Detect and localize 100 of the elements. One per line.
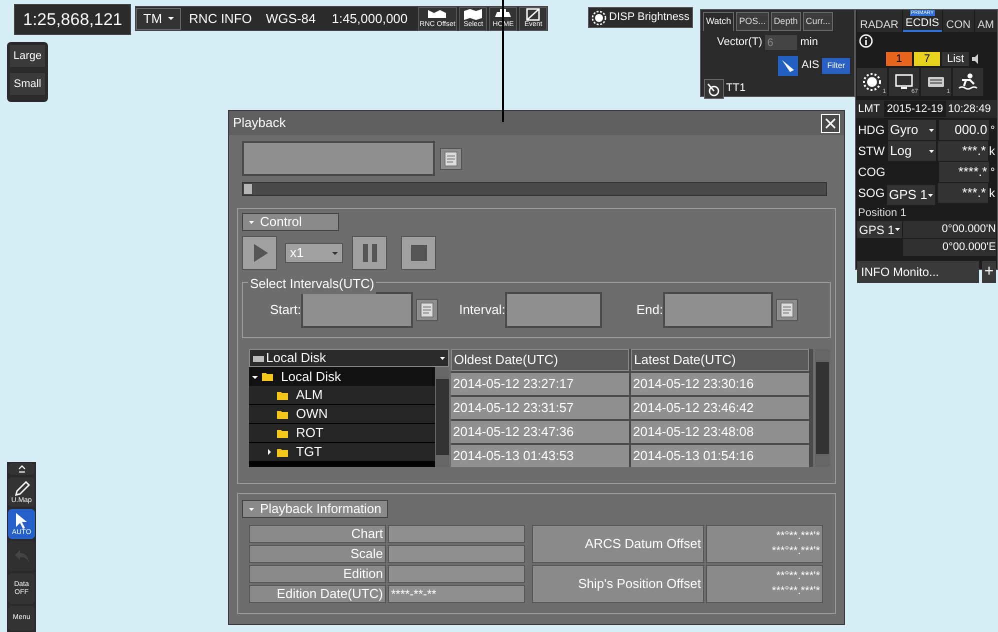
alarm-count[interactable]: 1: [886, 52, 912, 66]
field-label: End:: [636, 301, 664, 320]
play-button[interactable]: [242, 236, 277, 270]
time-zone-label: LMT: [858, 102, 881, 117]
offset-label: Ship's Position Offset: [532, 565, 704, 603]
time-label: 10:28:49: [948, 102, 991, 117]
document-icon: [444, 150, 458, 166]
close-icon: [824, 116, 837, 130]
tt-button[interactable]: [704, 78, 724, 98]
source-dropdown[interactable]: GPS 1: [857, 221, 902, 238]
tool-button[interactable]: [8, 463, 35, 475]
status-button[interactable]: [953, 68, 983, 96]
info-value: ****-**-**: [388, 585, 525, 603]
pause-button[interactable]: [352, 236, 387, 270]
caret-icon: [249, 508, 254, 510]
unit-label: °: [990, 164, 995, 181]
chart-scale-label: 1:45,000,000: [330, 10, 409, 28]
file-field[interactable]: [242, 141, 435, 176]
mode-tab[interactable]: RADAR: [857, 10, 902, 32]
source-dropdown[interactable]: Gyro: [888, 120, 936, 140]
source-dropdown[interactable]: GPS 1: [887, 185, 935, 205]
document-icon: [780, 302, 794, 318]
sensor-label: COG: [858, 164, 886, 181]
panel-tab[interactable]: Watch: [703, 12, 734, 31]
panel-tab[interactable]: POS...: [736, 12, 769, 31]
caret-icon: [440, 356, 445, 360]
size-button[interactable]: Small: [10, 73, 45, 95]
tree-item[interactable]: ALM: [249, 386, 435, 405]
info-label: Scale: [249, 545, 386, 563]
ais-button[interactable]: [778, 56, 798, 76]
unit-label: k: [989, 143, 995, 160]
info-label: Edition: [249, 565, 386, 583]
alarm-count[interactable]: 7: [914, 52, 940, 66]
scrollbar[interactable]: [435, 367, 449, 467]
sensor-label: HDG: [858, 122, 886, 139]
column-header[interactable]: Oldest Date(UTC): [451, 349, 629, 371]
table-cell: 2014-05-12 23:48:08: [631, 421, 809, 443]
info-label: Chart: [249, 525, 386, 543]
table-cell: 2014-05-12 23:46:42: [631, 397, 809, 419]
column-header[interactable]: Latest Date(UTC): [631, 349, 809, 371]
source-dropdown[interactable]: Log: [888, 141, 936, 161]
offset-value: ***°**.***'*: [772, 544, 820, 559]
document-icon: [420, 302, 434, 318]
table-cell: 2014-05-13 01:43:53: [451, 445, 629, 467]
time-field[interactable]: [301, 292, 414, 328]
folder-icon: [277, 390, 288, 400]
sensor-label: STW: [858, 143, 886, 160]
time-field[interactable]: [663, 292, 774, 328]
date-label: 2015-12-19: [884, 100, 946, 118]
stop-button[interactable]: [401, 236, 436, 270]
filter-button[interactable]: Filter: [822, 58, 850, 74]
list-button[interactable]: List: [942, 52, 970, 66]
field-label: Interval:: [459, 301, 506, 320]
sensor-value: 000.0: [939, 120, 990, 140]
caret-icon: [252, 374, 258, 380]
time-field[interactable]: [505, 292, 602, 328]
ais-label: AIS: [801, 58, 820, 74]
panel-tab[interactable]: Depth: [770, 12, 801, 31]
offset-value: **°**.***'*: [776, 569, 820, 584]
drive-dropdown[interactable]: Local Disk: [249, 349, 449, 367]
close-button[interactable]: [821, 114, 840, 132]
mode-tab[interactable]: CON: [943, 10, 974, 32]
map-icon: [462, 8, 484, 21]
caret-icon: [249, 220, 254, 224]
sensor-value: ***.*: [938, 183, 988, 203]
slider-thumb[interactable]: [243, 183, 253, 195]
browse-button[interactable]: [440, 148, 462, 170]
caret-icon: [928, 194, 933, 196]
tree-item[interactable]: ROT: [249, 424, 435, 443]
browse-button[interactable]: [776, 299, 798, 321]
mode-dropdown[interactable]: TM: [136, 8, 182, 30]
slider-track[interactable]: [242, 182, 827, 196]
size-button[interactable]: Large: [10, 45, 45, 67]
sun-icon: [862, 72, 882, 92]
add-button[interactable]: +: [982, 261, 996, 283]
mode-tab[interactable]: AM: [974, 10, 998, 32]
unit-label: k: [989, 185, 995, 202]
drive-icon: [253, 353, 264, 363]
sensor-label: SOG: [858, 185, 886, 202]
info-monitor-button[interactable]: INFO Monito...: [857, 261, 979, 283]
tree-item[interactable]: TGT: [249, 443, 435, 462]
tree-item[interactable]: Local Disk: [249, 367, 435, 386]
info-icon[interactable]: [859, 34, 873, 48]
scrollbar[interactable]: [815, 349, 830, 467]
dialog-title: Playback: [233, 114, 286, 132]
folder-icon: [277, 408, 288, 420]
panel-tab[interactable]: Curr...: [802, 12, 834, 31]
chart-info-label: RNC INFO: [188, 10, 253, 28]
datum-label: WGS-84: [264, 10, 317, 28]
stop-icon: [410, 245, 426, 261]
browse-button[interactable]: [416, 299, 438, 321]
position-label: Position 1: [857, 206, 908, 221]
caret-icon: [332, 252, 338, 254]
tree-item[interactable]: OWN: [249, 405, 435, 424]
folder-icon: [262, 371, 273, 382]
brightness-button[interactable]: DISP Brightness: [588, 7, 693, 28]
sensor-value: ***.*: [938, 141, 988, 161]
offset-label: ARCS Datum Offset: [532, 525, 704, 563]
folder-icon: [277, 428, 288, 438]
scale-display: 1:25,868,121: [14, 4, 132, 35]
